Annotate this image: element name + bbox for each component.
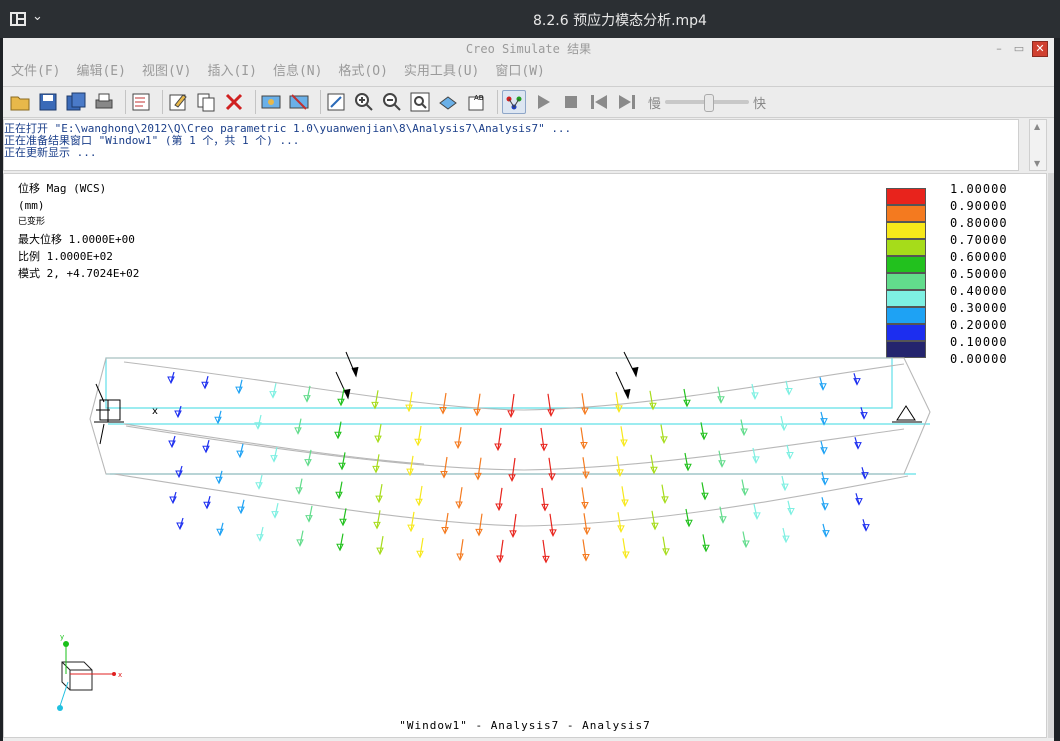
zoom-out-icon[interactable] bbox=[381, 91, 403, 113]
play-icon[interactable] bbox=[532, 91, 554, 113]
stop-icon[interactable] bbox=[560, 91, 582, 113]
menu-file[interactable]: 文件(F) bbox=[3, 61, 68, 83]
toolbar-separator bbox=[162, 90, 163, 114]
menu-view[interactable]: 视图(V) bbox=[134, 61, 199, 83]
hide-window-icon[interactable] bbox=[288, 91, 310, 113]
save-icon[interactable] bbox=[37, 91, 59, 113]
toolbar: AB 慢 快 bbox=[3, 86, 1054, 118]
creo-simulate-window: Creo Simulate 结果 – ▭ ✕ 文件(F) 编辑(E) 视图(V)… bbox=[3, 38, 1054, 741]
message-scrollbar[interactable]: ▲ ▼ bbox=[1029, 119, 1047, 171]
spin-view-icon[interactable] bbox=[437, 91, 459, 113]
scroll-up-icon[interactable]: ▲ bbox=[1034, 122, 1040, 131]
speed-slider[interactable] bbox=[665, 94, 750, 112]
speed-slow-label: 慢 bbox=[648, 96, 662, 112]
menu-window[interactable]: 窗口(W) bbox=[487, 61, 552, 83]
menu-insert[interactable]: 插入(I) bbox=[199, 61, 264, 83]
window-controls: – ▭ ✕ bbox=[992, 40, 1048, 58]
deformed-beam-model: x x y bbox=[57, 351, 931, 711]
load-arrows bbox=[335, 351, 639, 400]
triad-x-axis bbox=[112, 672, 116, 676]
app-title: Creo Simulate 结果 bbox=[465, 42, 592, 56]
window-caption: "Window1" - Analysis7 - Analysis7 bbox=[399, 719, 651, 732]
message-line: 正在更新显示 ... bbox=[4, 146, 97, 159]
menu-info[interactable]: 信息(N) bbox=[265, 61, 330, 83]
show-window-icon[interactable] bbox=[260, 91, 282, 113]
edit-definition-icon[interactable] bbox=[130, 91, 152, 113]
displacement-vectors bbox=[167, 371, 870, 564]
triad-x-label: x bbox=[118, 671, 122, 679]
fixed-constraint-icon: x bbox=[94, 383, 158, 445]
skip-back-icon[interactable] bbox=[588, 91, 610, 113]
copy-icon[interactable] bbox=[195, 91, 217, 113]
toolbar-separator bbox=[320, 90, 321, 114]
pin-support-icon bbox=[892, 405, 922, 423]
print-icon[interactable] bbox=[93, 91, 115, 113]
open-folder-icon[interactable] bbox=[9, 91, 31, 113]
svg-text:AB: AB bbox=[474, 94, 484, 102]
label-icon[interactable]: AB bbox=[465, 91, 487, 113]
toolbar-separator bbox=[497, 90, 498, 114]
coordinate-triad: x y bbox=[57, 633, 122, 711]
maximize-icon[interactable]: ▭ bbox=[1012, 42, 1026, 56]
minimize-icon[interactable]: – bbox=[992, 42, 1006, 56]
scroll-down-icon[interactable]: ▼ bbox=[1034, 159, 1040, 168]
toolbar-separator bbox=[125, 90, 126, 114]
triad-y-axis bbox=[63, 641, 69, 647]
edit-window-icon[interactable] bbox=[167, 91, 189, 113]
menu-utilities[interactable]: 实用工具(U) bbox=[396, 61, 487, 83]
menu-format[interactable]: 格式(O) bbox=[330, 61, 395, 83]
triad-z-axis bbox=[57, 705, 63, 711]
toolbar-separator bbox=[255, 90, 256, 114]
close-icon[interactable]: ✕ bbox=[1032, 41, 1048, 57]
graphics-window[interactable]: 位移 Mag (WCS) (mm) 已变形 最大位移 1.0000E+00 比例… bbox=[3, 173, 1047, 738]
message-area: 正在打开 "E:\wanghong\2012\Q\Creo parametric… bbox=[3, 119, 1019, 171]
graphics-scrollbar[interactable] bbox=[1048, 173, 1054, 738]
deformed-beam bbox=[89, 357, 931, 527]
triad-y-label: y bbox=[60, 633, 64, 641]
refit-icon[interactable] bbox=[325, 91, 347, 113]
menu-bar: 文件(F) 编辑(E) 视图(V) 插入(I) 信息(N) 格式(O) 实用工具… bbox=[3, 61, 1054, 83]
svg-text:x: x bbox=[152, 406, 158, 417]
message-line: 正在准备结果窗口 "Window1" (第 1 个，共 1 个) ... bbox=[4, 134, 300, 147]
skip-forward-icon[interactable] bbox=[616, 91, 638, 113]
menu-edit[interactable]: 编辑(E) bbox=[68, 61, 133, 83]
video-title: 8.2.6 预应力模态分析.mp4 bbox=[533, 13, 707, 29]
zoom-window-icon[interactable] bbox=[409, 91, 431, 113]
speed-slider-knob[interactable] bbox=[703, 94, 714, 112]
undeformed-beam bbox=[105, 357, 930, 475]
speed-fast-label: 快 bbox=[753, 96, 767, 112]
save-copy-icon[interactable] bbox=[65, 91, 87, 113]
delete-icon[interactable] bbox=[223, 91, 245, 113]
query-icon[interactable] bbox=[502, 90, 526, 114]
zoom-in-icon[interactable] bbox=[353, 91, 375, 113]
video-player-titlebar: ⌄ 8.2.6 预应力模态分析.mp4 bbox=[0, 0, 1060, 38]
